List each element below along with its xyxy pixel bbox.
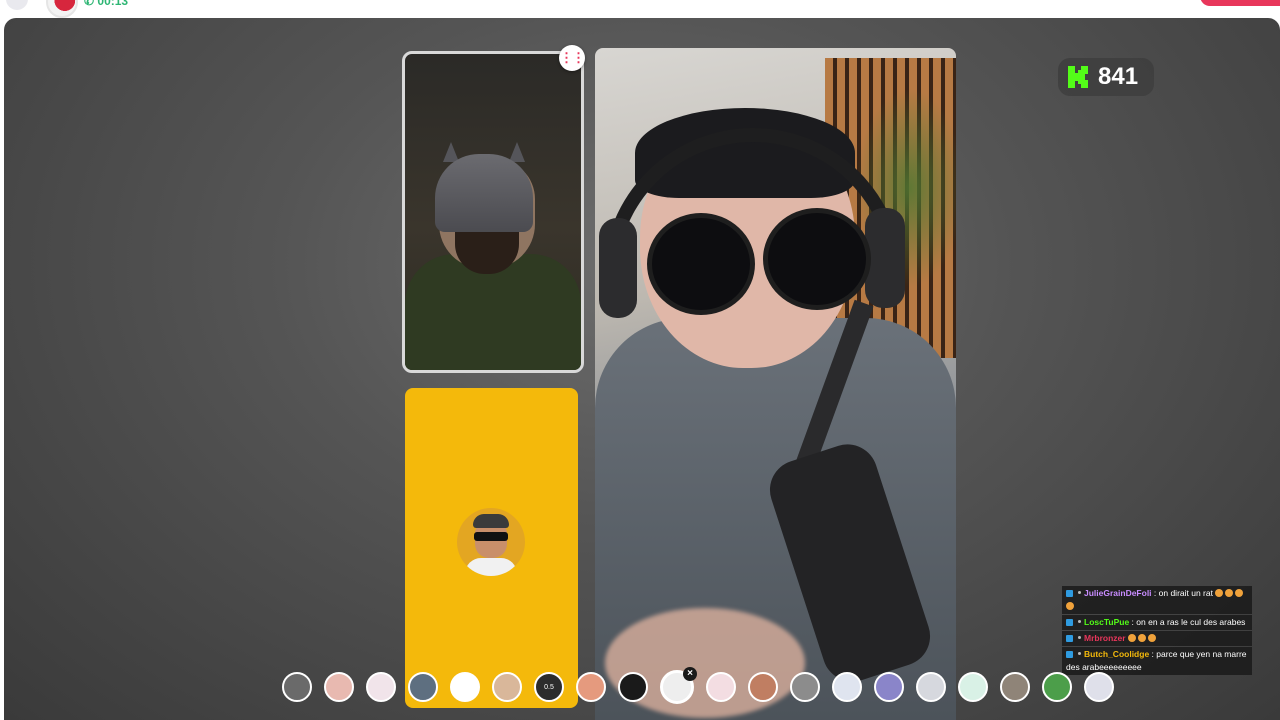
chat-separator-dot: [1078, 591, 1081, 594]
filter-ghost-button[interactable]: [1084, 672, 1114, 702]
filter-sparkle-button[interactable]: [874, 672, 904, 702]
video-stage: ⋮⋮ 841 JulieGrainDeFoli: on dirait un r…: [4, 18, 1280, 720]
k-logo-icon: [1066, 64, 1090, 90]
chat-badge-icon: [1066, 651, 1073, 658]
chat-message: Butch_Coolidge : parce que yen na marre …: [1062, 647, 1252, 675]
remove-filter-close-icon[interactable]: ×: [683, 667, 697, 681]
menu-button[interactable]: [6, 0, 28, 10]
filter-sad-button[interactable]: [916, 672, 946, 702]
filter-alien-button[interactable]: [958, 672, 988, 702]
chat-message: JulieGrainDeFoli : on dirait un rat: [1062, 586, 1252, 614]
laughing-emoji-icon: [1127, 634, 1136, 642]
chat-badge-icon: [1066, 635, 1073, 642]
filter-face-swap-button[interactable]: [748, 672, 778, 702]
bitmoji-hair: [473, 514, 509, 528]
mask-ear-right: [509, 142, 525, 162]
filter-bar: 0.5 ×: [282, 667, 1114, 704]
filter-blush-button[interactable]: [324, 672, 354, 702]
chat-text: : on dirait un rat: [1151, 588, 1216, 598]
filter-donkey-button[interactable]: [1000, 672, 1030, 702]
caller-avatar[interactable]: [46, 0, 78, 18]
chat-badge-icon: [1066, 590, 1073, 597]
filter-devil-button[interactable]: [618, 672, 648, 702]
sunglasses-lens-left: [647, 213, 755, 315]
filter-cute-face-button[interactable]: [366, 672, 396, 702]
chat-separator-dot: [1078, 636, 1081, 639]
chat-message: LoscTuPue : on en a ras le cul des arabe…: [1062, 615, 1252, 630]
chat-username[interactable]: Mrbronzer: [1084, 633, 1126, 643]
filter-speed-button[interactable]: 0.5: [534, 672, 564, 702]
chat-message: Mrbronzer: [1062, 631, 1252, 646]
chat-overlay: JulieGrainDeFoli : on dirait un rat Losc…: [1062, 586, 1252, 676]
laughing-emoji-icon: [1235, 589, 1244, 597]
chat-separator-dot: [1078, 620, 1081, 623]
laughing-emoji-icon: [1066, 602, 1074, 610]
chat-badge-icon: [1066, 619, 1073, 626]
filter-kawaii-button[interactable]: [706, 672, 736, 702]
top-bar: ✆ 00:13: [0, 0, 1280, 18]
filter-panda-button[interactable]: ×: [660, 667, 697, 704]
filter-beard-button[interactable]: [492, 672, 522, 702]
call-timer-value: 00:13: [97, 0, 129, 8]
bitmoji-sunglasses: [474, 532, 508, 541]
bitmoji-body: [465, 558, 517, 576]
viewer-count: 841: [1098, 63, 1139, 90]
laughing-emoji-icon: [1137, 634, 1146, 642]
participant-video-1[interactable]: [402, 51, 584, 373]
chat-username[interactable]: LoscTuPue: [1084, 617, 1129, 627]
end-call-button[interactable]: [1200, 0, 1280, 6]
more-dots-icon: ⋮⋮: [560, 50, 585, 65]
participant-video-2[interactable]: [405, 388, 578, 708]
chat-separator-dot: [1078, 652, 1081, 655]
filter-hulk-button[interactable]: [1042, 672, 1072, 702]
laughing-emoji-icon: [1215, 589, 1224, 597]
filter-monkey-button[interactable]: [408, 672, 438, 702]
filter-sunglasses-button[interactable]: [790, 672, 820, 702]
headphone-cup-left: [599, 218, 637, 318]
main-video[interactable]: [595, 48, 956, 720]
filter-stars-button[interactable]: [450, 672, 480, 702]
call-timer: ✆ 00:13: [84, 0, 128, 8]
chat-text: : on en a ras le cul des arabes: [1129, 617, 1246, 627]
filter-baby-button[interactable]: [832, 672, 862, 702]
viewer-count-badge: 841: [1058, 58, 1154, 96]
more-options-button[interactable]: ⋮⋮: [559, 45, 585, 71]
chat-username[interactable]: JulieGrainDeFoli: [1084, 588, 1152, 598]
bitmoji-avatar: [457, 508, 525, 576]
filter-peach-button[interactable]: [576, 672, 606, 702]
chat-username[interactable]: Butch_Coolidge: [1084, 649, 1149, 659]
batman-mask: [435, 154, 533, 232]
sunglasses-lens-right: [763, 208, 871, 310]
filter-label: 0.5: [544, 683, 554, 691]
headphone-cup-right: [865, 208, 905, 308]
filter-none-button[interactable]: [282, 672, 312, 702]
laughing-emoji-icon: [1147, 634, 1156, 642]
laughing-emoji-icon: [1225, 589, 1234, 597]
